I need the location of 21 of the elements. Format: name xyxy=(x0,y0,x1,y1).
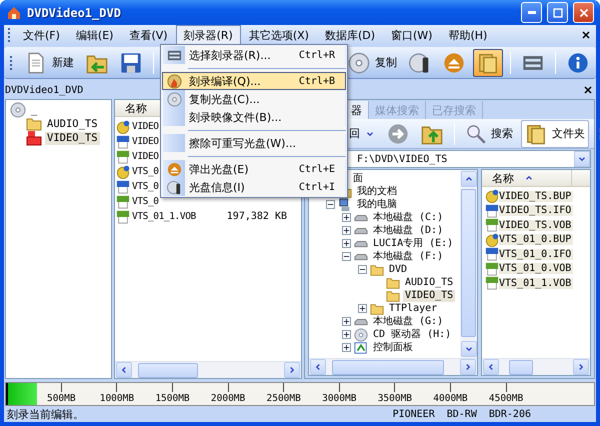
file-name: VTS_01_0.IFO xyxy=(499,248,574,260)
file-name: VTS_01_0.VOB xyxy=(499,263,574,274)
file-name: VIDEO_TS.BUP xyxy=(499,190,574,202)
document-title: DVDVideo1_DVD xyxy=(5,84,84,96)
file-name: VTS_0 xyxy=(132,181,159,192)
file-name: VIDEO_TS.IFO xyxy=(499,205,574,216)
file-name: VTS_01_0.BUP xyxy=(499,234,574,246)
file-name: VIDEO_TS.VOB xyxy=(499,220,574,231)
file-name: VTS_0 xyxy=(132,166,159,177)
file-name: VTS_0 xyxy=(132,196,159,207)
file-name: VIDEO xyxy=(132,151,159,162)
file-size: 197,382 KB xyxy=(226,211,288,222)
window-title: DVDVideo1_DVD xyxy=(27,6,122,20)
drive-info: BDR-206 xyxy=(488,408,531,420)
file-name: VTS_01_1.VOB xyxy=(499,278,574,289)
drive-info: BD-RW xyxy=(446,408,477,420)
file-name: VIDEO xyxy=(132,121,159,132)
drive-info: PIONEER xyxy=(392,408,435,420)
file-name: VTS_01_1.VOB xyxy=(132,211,196,222)
status-message: 刻录当前编辑。 xyxy=(7,406,85,422)
file-name: VIDEO xyxy=(132,136,159,147)
